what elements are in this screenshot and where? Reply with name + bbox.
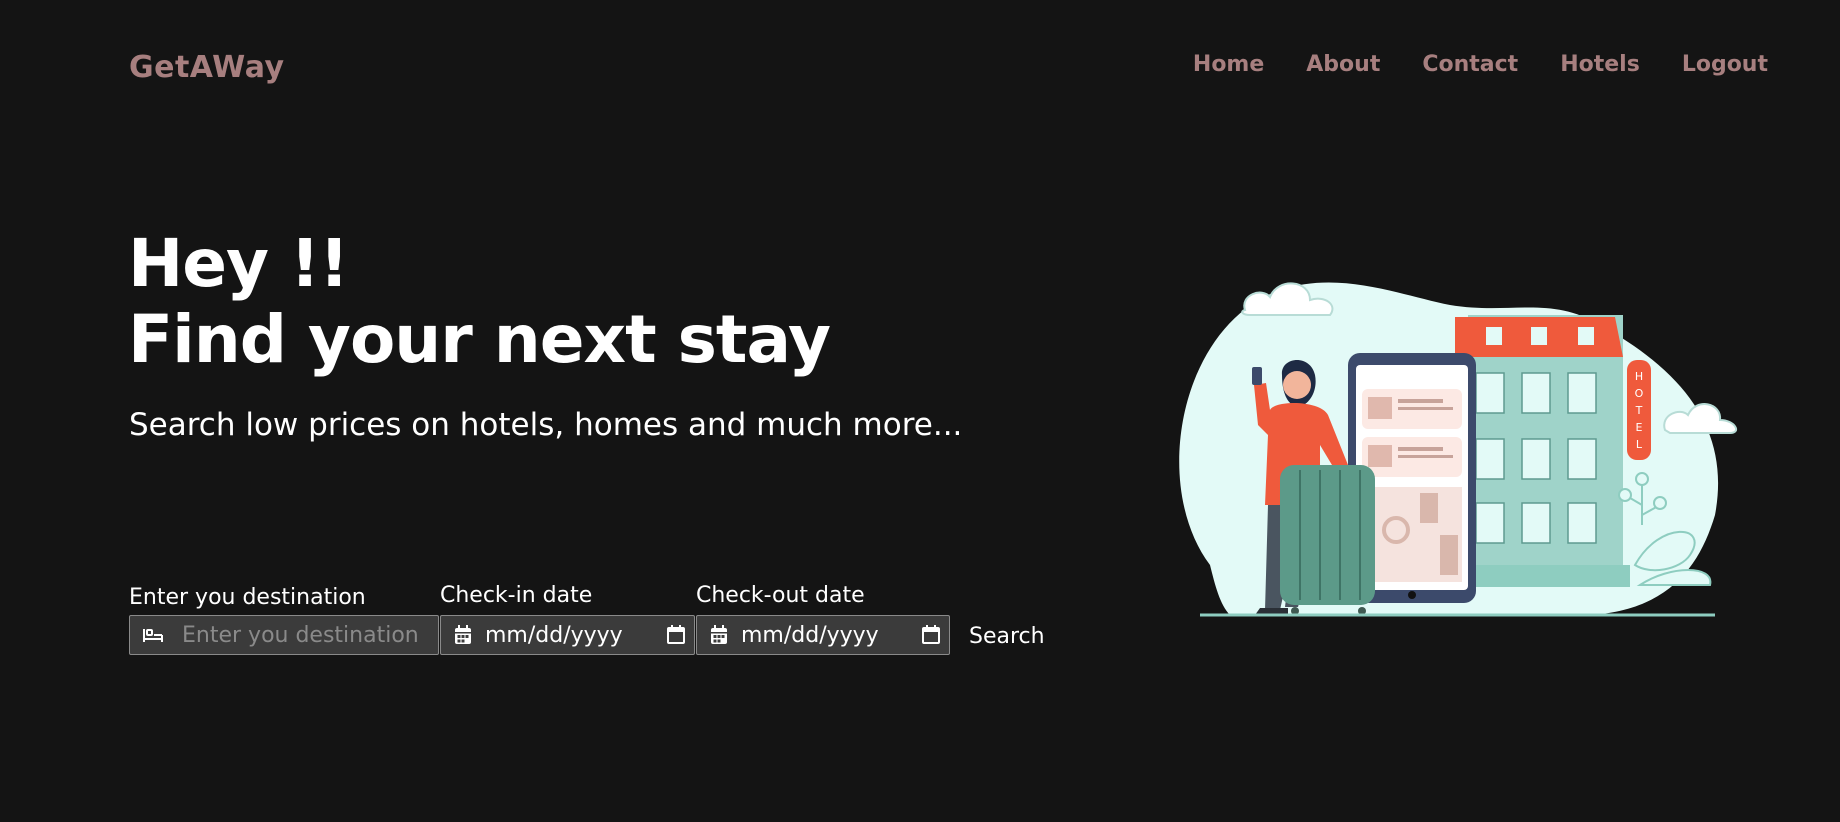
destination-label: Enter you destination (129, 585, 366, 610)
checkin-field[interactable]: mm/dd/yyyy (440, 615, 695, 655)
hero-subtitle: Search low prices on hotels, homes and m… (129, 407, 963, 443)
checkout-input[interactable]: mm/dd/yyyy (741, 623, 879, 648)
main-nav: Home About Contact Hotels Logout (1193, 52, 1768, 77)
svg-text:H: H (1635, 370, 1643, 383)
suitcase-illustration (1280, 465, 1375, 615)
calendar-icon (709, 625, 729, 645)
destination-input[interactable] (180, 621, 438, 649)
hotel-sign: H O T E L (1627, 360, 1651, 460)
hotel-building (1455, 315, 1630, 587)
hero-headline: Find your next stay (128, 301, 831, 378)
checkout-field[interactable]: mm/dd/yyyy (696, 615, 950, 655)
svg-text:T: T (1635, 404, 1643, 417)
calendar-picker-icon[interactable] (921, 625, 941, 645)
nav-contact[interactable]: Contact (1422, 52, 1518, 77)
hero-greeting: Hey !! (128, 225, 349, 302)
nav-hotels[interactable]: Hotels (1560, 52, 1640, 77)
hotel-traveler-illustration: H O T E L (1179, 282, 1738, 617)
hero-title: Hey !! Find your next stay (128, 225, 831, 378)
svg-text:O: O (1635, 387, 1644, 400)
nav-logout[interactable]: Logout (1682, 52, 1768, 77)
checkin-label: Check-in date (440, 583, 593, 608)
nav-home[interactable]: Home (1193, 52, 1264, 77)
bed-icon (142, 626, 164, 644)
brand-logo[interactable]: GetAWay (129, 50, 285, 85)
calendar-icon (453, 625, 473, 645)
search-button[interactable]: Search (969, 624, 1045, 649)
checkin-input[interactable]: mm/dd/yyyy (485, 623, 623, 648)
calendar-picker-icon[interactable] (666, 625, 686, 645)
svg-text:E: E (1636, 421, 1643, 434)
svg-text:L: L (1636, 438, 1643, 451)
checkout-label: Check-out date (696, 583, 865, 608)
nav-about[interactable]: About (1306, 52, 1380, 77)
destination-field[interactable] (129, 615, 439, 655)
